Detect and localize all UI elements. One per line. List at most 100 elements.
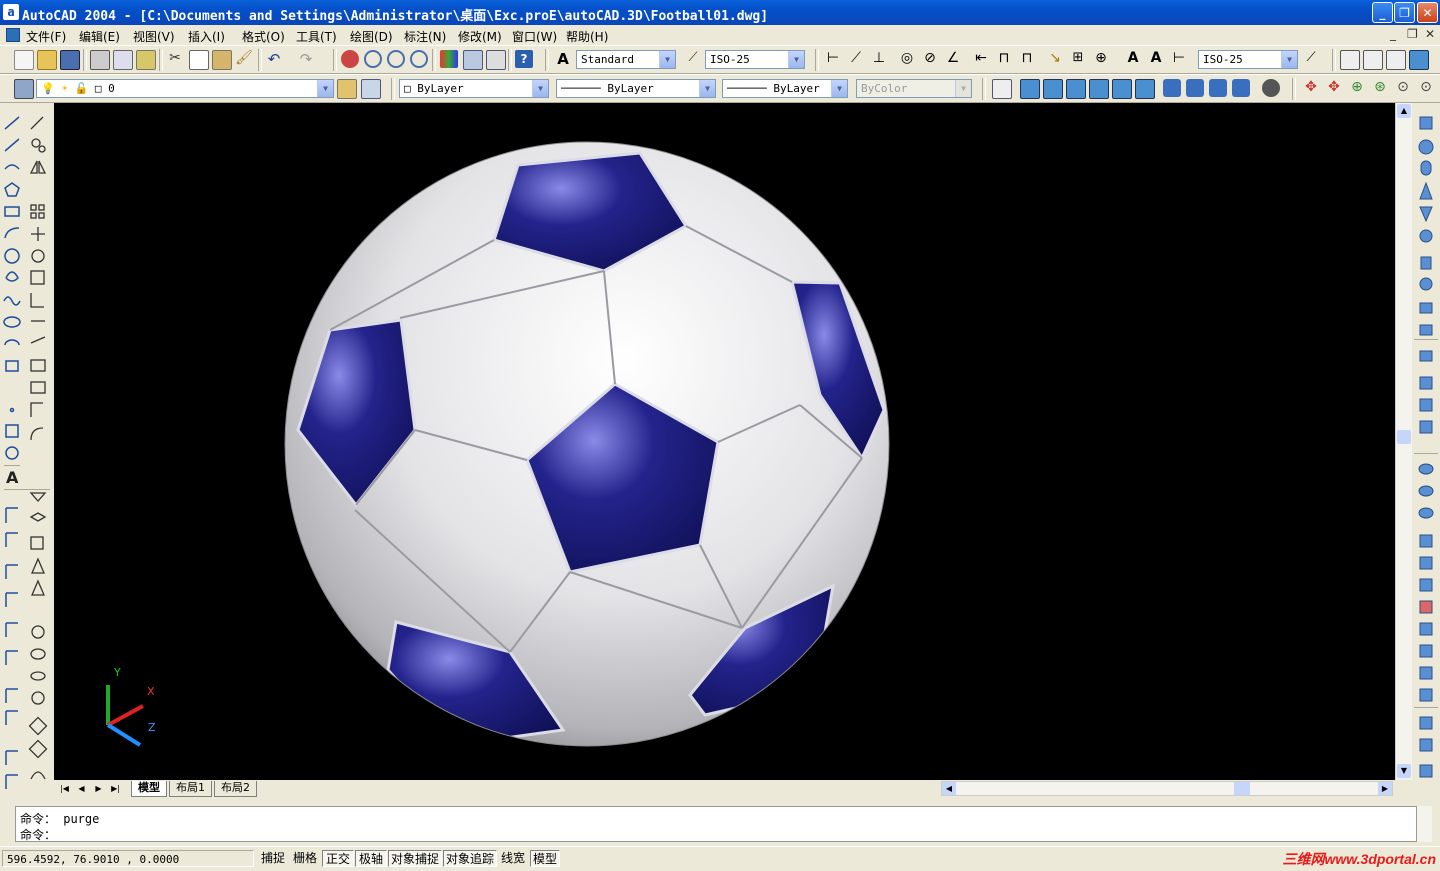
- otrack-toggle[interactable]: 对象追踪: [443, 850, 497, 867]
- properties-icon[interactable]: [440, 50, 458, 68]
- publish-icon[interactable]: [136, 50, 156, 70]
- 3d-distance-icon[interactable]: ⊙: [1417, 79, 1435, 97]
- view-right-cube-icon[interactable]: [1089, 79, 1109, 99]
- color-select[interactable]: □ ByLayer ▼: [399, 79, 549, 98]
- named-views-icon[interactable]: [992, 79, 1012, 99]
- redo-icon[interactable]: ↷: [297, 50, 315, 68]
- help-icon[interactable]: ?: [515, 50, 533, 68]
- continue-dimension-icon[interactable]: ⊓: [1018, 50, 1036, 68]
- tab-layout1[interactable]: 布局1: [169, 781, 212, 797]
- dimension-text-edit-icon[interactable]: A: [1147, 50, 1165, 68]
- pan-realtime-icon[interactable]: [341, 50, 359, 68]
- nw-isometric-icon[interactable]: [1232, 79, 1250, 97]
- linetype-select[interactable]: ────── ByLayer ▼: [556, 79, 716, 98]
- tab-next-button[interactable]: ▶: [91, 782, 106, 795]
- top-view-icon[interactable]: [1340, 50, 1360, 70]
- print-preview-icon[interactable]: [113, 50, 133, 70]
- tab-last-button[interactable]: ▶|: [108, 782, 123, 795]
- scroll-up-arrow[interactable]: ▲: [1397, 104, 1411, 118]
- menu-draw[interactable]: 绘图(D): [350, 28, 393, 45]
- cut-icon[interactable]: ✂: [166, 50, 184, 68]
- soccer-ball[interactable]: [284, 141, 890, 747]
- menu-tools[interactable]: 工具(T): [296, 28, 337, 45]
- view-back-cube-icon[interactable]: [1135, 79, 1155, 99]
- dimension-edit-icon[interactable]: A: [1124, 50, 1142, 68]
- snap-toggle[interactable]: 捕捉: [258, 850, 288, 867]
- tab-first-button[interactable]: |◀: [57, 782, 72, 795]
- horizontal-scrollbar[interactable]: ◀ ▶: [941, 781, 1393, 796]
- scroll-down-arrow[interactable]: ▼: [1397, 764, 1411, 778]
- model-toggle[interactable]: 模型: [530, 850, 560, 867]
- layer-manager-icon[interactable]: [14, 79, 34, 99]
- vertical-scrollbar[interactable]: ▲ ▼: [1395, 103, 1412, 780]
- ne-isometric-icon[interactable]: [1209, 79, 1227, 97]
- mdi-close-button[interactable]: ✕: [1425, 27, 1435, 41]
- print-icon[interactable]: [90, 50, 110, 70]
- menu-window[interactable]: 窗口(W): [512, 28, 557, 45]
- 3d-pan-icon[interactable]: ✥: [1325, 79, 1343, 97]
- view-left-cube-icon[interactable]: [1066, 79, 1086, 99]
- tab-prev-button[interactable]: ◀: [74, 782, 89, 795]
- 3d-swivel-icon[interactable]: ⊙: [1394, 79, 1412, 97]
- drawing-canvas[interactable]: Y X Z: [54, 103, 1395, 780]
- left-view-icon[interactable]: [1386, 50, 1406, 70]
- camera-icon[interactable]: [1262, 79, 1280, 97]
- ordinate-dimension-icon[interactable]: ⊥: [870, 50, 888, 68]
- text-style-select[interactable]: Standard ▼: [576, 50, 676, 69]
- mdi-minimize-button[interactable]: _: [1390, 27, 1396, 41]
- view-front-cube-icon[interactable]: [1112, 79, 1132, 99]
- quick-dimension-icon[interactable]: ⇤: [972, 50, 990, 68]
- close-button[interactable]: ✕: [1417, 2, 1438, 23]
- zoom-realtime-icon[interactable]: [364, 50, 382, 68]
- document-icon[interactable]: [6, 28, 20, 42]
- command-prompt-line[interactable]: 命令：: [20, 826, 56, 843]
- command-scrollbar[interactable]: [1417, 806, 1432, 842]
- scroll-left-arrow[interactable]: ◀: [942, 782, 956, 795]
- dimension-style-icon[interactable]: ⟋: [1302, 50, 1320, 68]
- baseline-dimension-icon[interactable]: ⊓: [995, 50, 1013, 68]
- 3d-zoom-icon[interactable]: ⊕: [1348, 79, 1366, 97]
- menu-help[interactable]: 帮助(H): [566, 28, 608, 45]
- open-folder-icon[interactable]: [37, 50, 57, 70]
- autocad-app-icon[interactable]: a: [3, 4, 19, 20]
- osnap-toggle[interactable]: 对象捕捉: [388, 850, 442, 867]
- bottom-view-icon[interactable]: [1363, 50, 1383, 70]
- scroll-thumb[interactable]: [1397, 430, 1411, 444]
- design-center-icon[interactable]: [463, 50, 483, 70]
- se-isometric-icon[interactable]: [1186, 79, 1204, 97]
- layer-select[interactable]: 💡 ☀ 🔓 □ 0 ▼: [36, 79, 334, 98]
- menu-edit[interactable]: 编辑(E): [79, 28, 120, 45]
- view-top-cube-icon[interactable]: [1020, 79, 1040, 99]
- command-area[interactable]: 命令： purge 命令：: [15, 806, 1417, 842]
- view-bottom-cube-icon[interactable]: [1043, 79, 1063, 99]
- radius-dimension-icon[interactable]: ◎: [898, 50, 916, 68]
- lineweight-select[interactable]: ────── ByLayer ▼: [722, 79, 848, 98]
- undo-icon[interactable]: ↶: [265, 50, 283, 68]
- diameter-dimension-icon[interactable]: ⊘: [921, 50, 939, 68]
- tab-layout2[interactable]: 布局2: [214, 781, 257, 797]
- new-file-icon[interactable]: [14, 50, 34, 70]
- mdi-restore-button[interactable]: ❐: [1407, 27, 1418, 41]
- ortho-toggle[interactable]: 正交: [322, 850, 354, 867]
- tab-model[interactable]: 模型: [131, 781, 167, 797]
- restore-button[interactable]: ❐: [1394, 2, 1415, 23]
- lineweight-toggle[interactable]: 线宽: [498, 850, 528, 867]
- menu-dimension[interactable]: 标注(N): [404, 28, 446, 45]
- menu-file[interactable]: 文件(F): [26, 28, 66, 45]
- copy-icon[interactable]: [189, 50, 209, 70]
- dim-style-select-2[interactable]: ISO-25 ▼: [1198, 50, 1298, 69]
- dim-style-select[interactable]: ISO-25 ▼: [705, 50, 805, 69]
- match-properties-icon[interactable]: 🖌: [235, 50, 253, 68]
- aligned-dimension-icon[interactable]: ⟋: [847, 50, 865, 68]
- scroll-right-arrow[interactable]: ▶: [1378, 782, 1392, 795]
- linear-dimension-icon[interactable]: ⊢: [824, 50, 842, 68]
- paste-icon[interactable]: [212, 50, 232, 70]
- angular-dimension-icon[interactable]: ∠: [944, 50, 962, 68]
- grid-toggle[interactable]: 栅格: [290, 850, 320, 867]
- menu-modify[interactable]: 修改(M): [458, 28, 502, 45]
- polar-toggle[interactable]: 极轴: [355, 850, 387, 867]
- tool-palettes-icon[interactable]: [486, 50, 506, 70]
- menu-insert[interactable]: 插入(I): [188, 28, 225, 45]
- save-icon[interactable]: [60, 50, 80, 70]
- right-view-icon[interactable]: [1409, 50, 1429, 70]
